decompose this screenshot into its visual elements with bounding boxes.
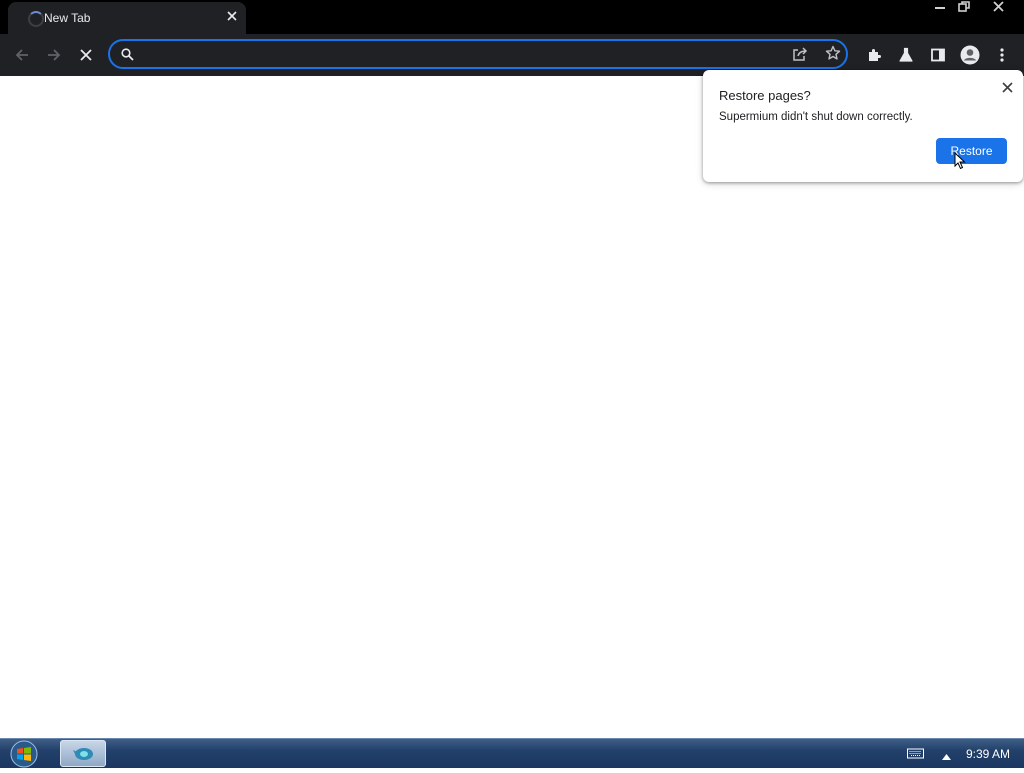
labs-flask-icon — [899, 47, 913, 62]
browser-app-icon — [73, 748, 93, 760]
mouse-cursor-icon — [954, 152, 966, 170]
tab-new-tab[interactable]: New Tab — [8, 2, 246, 34]
menu-button[interactable] — [989, 42, 1015, 68]
bookmark-star-icon[interactable] — [825, 45, 841, 66]
start-button[interactable] — [9, 740, 39, 768]
restore-window-button[interactable] — [952, 0, 976, 18]
tab-close-icon[interactable] — [224, 9, 240, 25]
forward-arrow-icon — [48, 49, 61, 61]
back-button[interactable] — [9, 42, 35, 68]
restore-pages-dialog: Restore pages? Supermium didn't shut dow… — [703, 70, 1023, 182]
search-icon — [121, 48, 134, 61]
extensions-button[interactable] — [861, 42, 887, 68]
forward-button[interactable] — [41, 42, 67, 68]
share-icon[interactable] — [792, 46, 808, 67]
address-input[interactable] — [144, 45, 788, 65]
dialog-message: Supermium didn't shut down correctly. — [719, 111, 913, 123]
labs-button[interactable] — [893, 42, 919, 68]
loading-spinner-icon — [28, 11, 44, 27]
close-window-button[interactable] — [984, 0, 1012, 18]
profile-icon — [960, 45, 980, 65]
dialog-title: Restore pages? — [719, 88, 811, 103]
address-bar[interactable] — [108, 39, 848, 69]
minimize-button[interactable] — [928, 0, 952, 18]
taskbar-browser-app[interactable] — [60, 740, 106, 767]
title-bar: New Tab — [0, 0, 1024, 34]
back-arrow-icon — [15, 49, 28, 61]
close-icon[interactable] — [998, 78, 1016, 96]
stop-loading-icon — [80, 49, 92, 61]
taskbar: 9:39 AM — [0, 738, 1024, 768]
side-panel-button[interactable] — [925, 42, 951, 68]
stop-loading-button[interactable] — [73, 42, 99, 68]
profile-button[interactable] — [957, 42, 983, 68]
windows-start-icon — [10, 740, 38, 768]
menu-icon — [1000, 48, 1004, 62]
restore-button[interactable]: Restore — [936, 138, 1007, 164]
tray-arrow-icon[interactable] — [942, 750, 951, 764]
side-panel-icon — [931, 48, 945, 62]
keyboard-icon[interactable] — [907, 746, 924, 760]
tab-title: New Tab — [44, 11, 91, 25]
extensions-icon — [869, 49, 881, 61]
taskbar-clock[interactable]: 9:39 AM — [966, 747, 1010, 761]
